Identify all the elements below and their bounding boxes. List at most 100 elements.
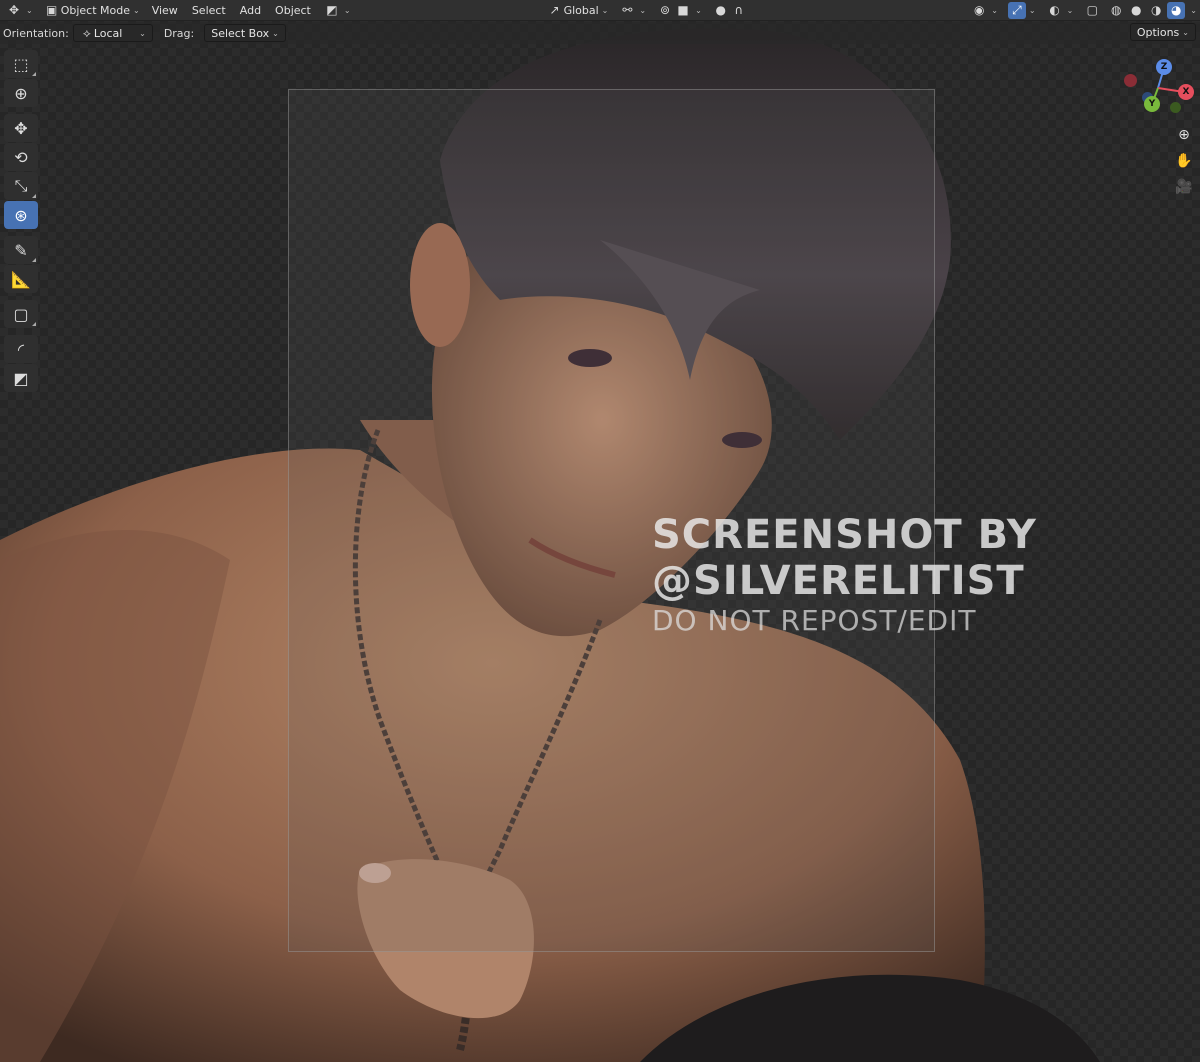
overlay-toggle[interactable]: ◐ ⌄ [1041,1,1079,20]
select-box-icon: ⬚ [13,54,29,74]
chevron-down-icon: ⌄ [1066,5,1074,15]
tool-settings-bar: Orientation: ⟡ Local ⌄ Drag: Select Box ⌄ [0,22,1200,44]
orientation-dropdown[interactable]: ⟡ Local ⌄ [72,24,153,42]
bevel-tool[interactable]: ◜ [4,335,38,363]
annotate-icon: ✎ [14,240,28,260]
shading-material[interactable]: ◑ [1146,1,1166,20]
options-dropdown[interactable]: Options ⌄ [1129,23,1196,41]
measure-tool[interactable]: 📐 [4,265,38,293]
navigation-gizmo[interactable]: Z X Y [1120,56,1196,120]
chevron-down-icon: ⌄ [26,5,33,15]
local-orientation-icon: ⟡ [82,25,91,40]
chevron-down-icon: ⌄ [1190,5,1197,15]
proportional-editing-icon: ● [715,3,727,17]
rendered-shading-icon: ◕ [1167,1,1186,19]
orientation-value: Local [93,26,123,40]
xray-icon: ▢ [1086,3,1098,17]
mode-selector[interactable]: ▣ Object Mode ⌄ [38,1,145,20]
orientation-icon: ↗ [549,3,560,17]
zoom-icon: ⊕ [1178,127,1190,143]
scale-icon: ⤡ [14,176,28,195]
3d-viewport-icon: ✥ [8,3,20,17]
xray-toggle[interactable]: ▢ [1078,1,1106,20]
chevron-down-icon: ⌄ [1028,5,1036,15]
shear-icon: ◩ [13,368,29,388]
move-icon: ✥ [14,118,28,138]
annotate-tool[interactable]: ✎ [4,236,38,264]
gizmo-neg-y-ball[interactable] [1170,102,1181,113]
select-box-tool[interactable]: ⬚ [4,50,38,78]
gizmo-y-axis[interactable]: Y [1144,96,1160,112]
solid-shading-icon: ● [1131,3,1142,17]
editor-type-button[interactable]: ✥ ⌄ [0,1,38,20]
cursor-tool[interactable]: ⊕ [4,79,38,107]
chevron-down-icon: ⌄ [695,5,702,15]
transform-tool[interactable]: ⊛ [4,201,38,229]
snap-target-icon: ■ [677,3,689,17]
cursor-icon: ⊕ [14,83,28,103]
menu-object[interactable]: Object [268,1,318,20]
move-tool[interactable]: ✥ [4,114,38,142]
shading-wireframe[interactable]: ◍ [1106,1,1126,20]
camera-view-button[interactable]: 🎥 [1172,176,1196,198]
transform-icon: ⊛ [14,205,28,225]
pan-button[interactable]: ✋ [1172,150,1196,172]
falloff-icon: ∩ [734,3,744,17]
gizmo-icon: ⤢ [1007,1,1026,19]
material-shading-icon: ◑ [1151,3,1162,17]
options-label: Options [1136,25,1180,39]
chevron-down-icon: ⌄ [639,5,647,15]
proportional-editing-toggle[interactable]: ● ∩ [707,1,753,20]
object-data-icon: ◩ [326,3,338,17]
shading-options[interactable]: ⌄ [1186,1,1200,20]
navigation-buttons: ⊕ ✋ 🎥 [1172,124,1196,198]
gizmo-neg-x-ball[interactable] [1124,74,1137,87]
object-mode-icon: ▣ [46,3,58,17]
add-cube-icon: ▢ [13,304,29,324]
shading-rendered[interactable]: ◕ [1166,1,1186,20]
viewport-header: ✥ ⌄ ▣ Object Mode ⌄ View Select Add Object… [0,0,1200,21]
shading-solid[interactable]: ● [1126,1,1146,20]
rotate-icon: ⟲ [14,147,28,167]
chevron-down-icon: ⌄ [991,5,998,15]
overlay-icon: ◐ [1049,3,1060,17]
watermark-line-3: DO NOT REPOST/EDIT [652,604,977,637]
zoom-button[interactable]: ⊕ [1172,124,1196,146]
chevron-down-icon: ⌄ [343,5,351,15]
watermark-line-2: @SILVERELITIST [652,558,1025,604]
gizmo-z-axis[interactable]: Z [1156,59,1172,75]
pivot-point-button[interactable]: ⚯ ⌄ [613,1,651,20]
menu-select[interactable]: Select [185,1,233,20]
add-cube-tool[interactable]: ▢ [4,300,38,328]
shear-tool[interactable]: ◩ [4,364,38,392]
wireframe-shading-icon: ◍ [1111,3,1122,17]
rotate-tool[interactable]: ⟲ [4,143,38,171]
scale-tool[interactable]: ⤡ [4,172,38,200]
gizmo-x-axis[interactable]: X [1178,84,1194,100]
visibility-icon: ◉ [973,3,985,17]
watermark: SCREENSHOT BY @SILVERELITIST DO NOT REPO… [652,512,1192,638]
3d-viewport[interactable]: SCREENSHOT BY @SILVERELITIST DO NOT REPO… [0,0,1200,1062]
orientation-label: Orientation: [3,26,69,40]
transform-orientation-selector[interactable]: ↗ Global ⌄ [541,1,614,20]
drag-dropdown[interactable]: Select Box ⌄ [204,24,286,42]
snap-toggle[interactable]: ⊚ ■ ⌄ [651,1,707,20]
transform-orientation-label: Global [563,3,599,17]
camera-icon: 🎥 [1175,179,1193,195]
mode-label: Object Mode [60,3,130,17]
watermark-line-1: SCREENSHOT BY [652,512,1037,558]
toolbar: ⬚ ⊕ ✥ ⟲ ⤡ ⊛ ✎ 📐 ▢ ◜ ◩ [2,50,40,393]
drag-label: Drag: [163,26,195,40]
drag-value: Select Box [211,26,270,40]
snap-icon: ⊚ [660,3,671,17]
mode-dropdown-button[interactable]: ◩ ⌄ [318,1,356,20]
menu-add[interactable]: Add [233,1,268,20]
visibility-button[interactable]: ◉ ⌄ [965,1,1003,20]
bevel-icon: ◜ [17,339,25,359]
chevron-down-icon: ⌄ [139,28,146,38]
menu-view[interactable]: View [145,1,185,20]
measure-icon: 📐 [11,269,31,289]
gizmo-toggle[interactable]: ⤢ ⌄ [1003,1,1041,20]
pivot-icon: ⚯ [622,3,633,17]
chevron-down-icon: ⌄ [1182,27,1189,37]
